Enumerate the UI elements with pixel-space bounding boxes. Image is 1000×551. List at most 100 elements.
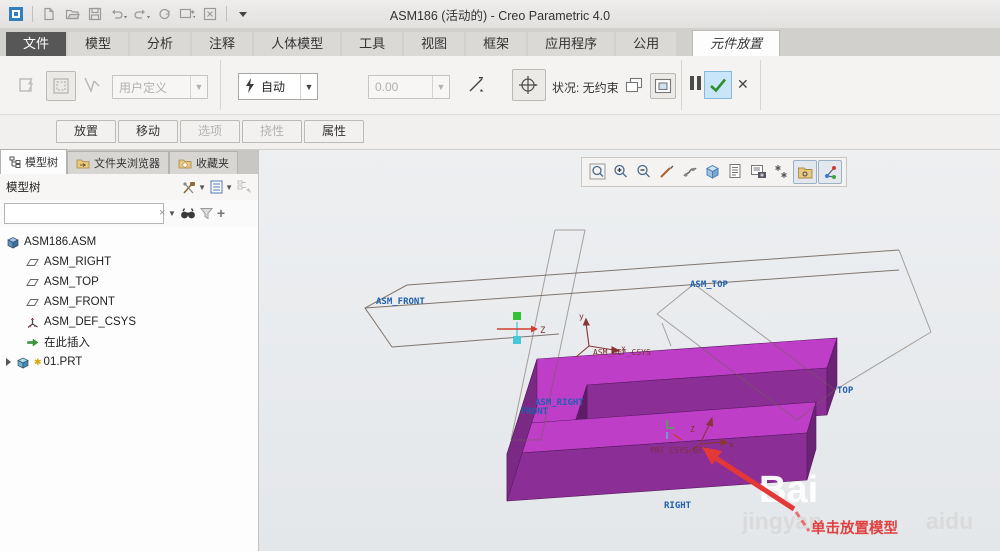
tab-folder-browser[interactable]: 文件夹浏览器 <box>67 151 169 174</box>
tree-item-insert-here[interactable]: 在此插入 <box>0 332 258 352</box>
tab-file[interactable]: 文件 <box>6 32 67 56</box>
tab-analysis[interactable]: 分析 <box>130 32 191 56</box>
separator <box>32 6 33 22</box>
regenerate-flag-icon: ✱ <box>34 356 42 367</box>
open-file-icon[interactable] <box>62 4 82 24</box>
save-icon[interactable] <box>85 4 105 24</box>
model-tree-title: 模型树 <box>6 182 41 194</box>
annotation-text: 单击放置模型 <box>811 519 898 537</box>
tab-annotate[interactable]: 注释 <box>192 32 253 56</box>
find-button[interactable] <box>180 207 196 220</box>
tab-applications[interactable]: 应用程序 <box>528 32 615 56</box>
model-scene[interactable]: ASM_FRONT ASM_TOP TOP ASM_RIGHT FRONT RI… <box>259 150 997 551</box>
label-asm-front[interactable]: ASM_FRONT <box>376 297 425 307</box>
auto-combo-value: 自动 <box>261 80 286 94</box>
subtab-move[interactable]: 移动 <box>118 120 178 143</box>
tab-label: 文件夹浏览器 <box>94 158 160 170</box>
flip-constraint-icon[interactable] <box>462 71 490 99</box>
app-logo-icon[interactable] <box>6 4 26 24</box>
tab-model-tree[interactable]: 模型树 <box>0 149 67 174</box>
separate-window-button[interactable] <box>622 73 646 97</box>
dragger-green-handle[interactable] <box>513 312 521 320</box>
pause-button[interactable] <box>690 76 701 90</box>
subtab-properties[interactable]: 属性 <box>304 120 364 143</box>
datum-plane-icon <box>26 298 39 306</box>
add-filter-button[interactable]: + <box>217 205 225 221</box>
datum-plane-wireframe[interactable] <box>364 249 900 348</box>
preset-combo[interactable]: 用户定义 ▼ <box>112 75 208 99</box>
tree-filters-button[interactable]: ▼ <box>210 180 233 194</box>
new-file-icon[interactable] <box>39 4 59 24</box>
undo-icon[interactable] <box>108 4 128 24</box>
navigator-panel: 模型树 文件夹浏览器 收藏夹 模型树 ▼ ▼ × ▼ + ASM186.ASM … <box>0 149 259 551</box>
title-bar: ASM186 (活动的) - Creo Parametric 4.0 <box>0 0 1000 28</box>
tree-item-asm-right[interactable]: ASM_RIGHT <box>0 252 258 272</box>
tab-component-placement[interactable]: 元件放置 <box>692 30 781 56</box>
label-front[interactable]: FRONT <box>521 407 549 417</box>
chevron-down-icon[interactable]: ▼ <box>168 209 176 218</box>
funnel-icon <box>199 207 213 219</box>
tree-item-asm-def-csys[interactable]: ASM_DEF_CSYS <box>0 312 258 332</box>
subtab-flexibility: 挠性 <box>242 120 302 143</box>
cancel-button[interactable]: ✕ <box>737 76 749 93</box>
asm-csys-label[interactable]: ASM_DEF_CSYS <box>593 348 651 357</box>
binoculars-icon <box>181 207 195 218</box>
csys-icon <box>27 317 38 328</box>
dragger-cyan-handle[interactable] <box>513 336 521 344</box>
dragger-z-label: Z <box>540 326 546 336</box>
group-separator <box>681 60 682 110</box>
lightning-icon <box>239 77 255 96</box>
watermark-small-right: aidu <box>926 508 973 534</box>
prt-csys-label[interactable]: PRT_CSYS_DEF <box>650 446 708 455</box>
main-window-button[interactable] <box>650 73 676 99</box>
manual-placement-button[interactable] <box>46 71 76 101</box>
label-top[interactable]: TOP <box>837 386 854 396</box>
interface-placement-button[interactable] <box>14 71 42 99</box>
ok-button[interactable] <box>704 71 732 99</box>
creo-window: ASM186 (活动的) - Creo Parametric 4.0 文件 模型… <box>0 0 1000 551</box>
tab-manikin[interactable]: 人体模型 <box>254 32 341 56</box>
navigator-tabs: 模型树 文件夹浏览器 收藏夹 <box>0 149 258 174</box>
tree-item-asm-top[interactable]: ASM_TOP <box>0 272 258 292</box>
filter-button[interactable] <box>199 207 213 220</box>
tree-item-asm-front[interactable]: ASM_FRONT <box>0 292 258 312</box>
tab-view[interactable]: 视图 <box>404 32 465 56</box>
close-window-icon[interactable] <box>200 4 220 24</box>
offset-combo-value: 0.00 <box>375 80 399 94</box>
auto-constraint-combo[interactable]: 自动 ▼ <box>238 73 318 100</box>
tab-tools[interactable]: 工具 <box>342 32 403 56</box>
csys-placement-button[interactable] <box>512 69 546 101</box>
favorites-folder-icon <box>178 159 192 168</box>
toolbar-menu-icon[interactable] <box>233 4 253 24</box>
model-display-icon[interactable] <box>177 4 197 24</box>
offset-combo[interactable]: 0.00 ▼ <box>368 75 450 99</box>
tree-item-01prt[interactable]: ✱ 01.PRT <box>0 352 258 372</box>
redo-icon[interactable] <box>131 4 151 24</box>
tree-search-input[interactable] <box>5 205 155 221</box>
expand-arrow-icon[interactable] <box>6 358 11 366</box>
tree-item-label: ASM_DEF_CSYS <box>44 316 137 328</box>
chevron-down-icon[interactable]: ▼ <box>190 76 207 98</box>
tree-item-asm186[interactable]: ASM186.ASM <box>0 232 258 252</box>
tab-favorites[interactable]: 收藏夹 <box>169 151 238 174</box>
subtab-placement[interactable]: 放置 <box>56 120 116 143</box>
tab-utilities[interactable]: 公用 <box>616 32 677 56</box>
chevron-down-icon[interactable]: ▼ <box>300 74 317 99</box>
datum-constraint-button[interactable] <box>78 71 106 99</box>
chevron-down-icon[interactable]: ▼ <box>432 76 449 98</box>
group-separator <box>220 60 221 110</box>
separator <box>226 6 227 22</box>
tree-tools-button[interactable]: ▼ <box>181 180 206 195</box>
tools-icon <box>183 181 196 194</box>
graphics-viewport[interactable]: ASM_FRONT ASM_TOP TOP ASM_RIGHT FRONT RI… <box>259 150 1000 551</box>
tab-framework[interactable]: 框架 <box>466 32 527 56</box>
check-icon <box>710 78 727 93</box>
datum-plane-icon <box>26 278 39 286</box>
chevron-down-icon: ▼ <box>225 182 233 192</box>
quick-access-toolbar <box>0 4 253 24</box>
tab-model[interactable]: 模型 <box>68 32 129 56</box>
regenerate-icon[interactable] <box>154 4 174 24</box>
label-right[interactable]: RIGHT <box>664 501 692 511</box>
tree-item-label: ASM_FRONT <box>44 296 115 308</box>
label-asm-top[interactable]: ASM_TOP <box>690 280 729 290</box>
